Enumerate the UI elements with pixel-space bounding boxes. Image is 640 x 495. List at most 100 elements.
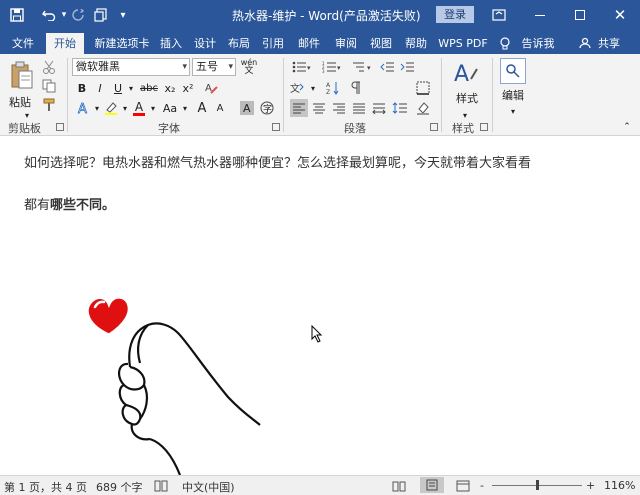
- chinese-layout-dropdown-icon[interactable]: ▾: [308, 79, 318, 97]
- numbering-icon[interactable]: 1 2 3 ▾: [318, 58, 346, 76]
- tab-file[interactable]: 文件: [6, 33, 40, 54]
- change-case-dropdown-icon[interactable]: ▾: [180, 99, 190, 117]
- zoom-slider-thumb[interactable]: [536, 480, 539, 490]
- grow-font-button[interactable]: A: [194, 99, 210, 117]
- zoom-level[interactable]: 116%: [604, 479, 635, 492]
- align-center-icon[interactable]: [310, 99, 328, 117]
- tab-references[interactable]: 引用: [258, 33, 288, 54]
- align-right-icon[interactable]: [330, 99, 348, 117]
- align-left-icon[interactable]: [290, 99, 308, 117]
- page-count[interactable]: 第 1 页，共 4 页: [4, 479, 87, 495]
- restore-button[interactable]: [560, 0, 600, 30]
- increase-indent-icon[interactable]: [398, 58, 416, 76]
- redo-icon[interactable]: [69, 6, 87, 24]
- tab-layout[interactable]: 布局: [224, 33, 254, 54]
- tab-home[interactable]: 开始: [46, 33, 84, 54]
- share-icon[interactable]: [578, 33, 592, 54]
- borders-icon[interactable]: [414, 79, 432, 97]
- shading-icon[interactable]: [414, 99, 432, 117]
- clipboard-icon: [11, 61, 33, 89]
- editing-button[interactable]: 编辑: [502, 87, 524, 103]
- paragraph-2-prefix: 都有: [24, 198, 51, 213]
- tab-new-tab[interactable]: 新建选项卡: [88, 33, 156, 54]
- clipboard-launcher-icon[interactable]: [56, 123, 64, 131]
- font-launcher-icon[interactable]: [272, 123, 280, 131]
- chinese-layout-icon[interactable]: 文: [288, 79, 306, 97]
- multilevel-list-icon[interactable]: ▾: [348, 58, 376, 76]
- subscript-button[interactable]: x₂: [162, 79, 178, 97]
- collapse-ribbon-icon[interactable]: ⌃: [620, 118, 634, 136]
- tab-review[interactable]: 审阅: [331, 33, 361, 54]
- show-marks-icon[interactable]: [346, 79, 364, 97]
- find-icon[interactable]: [500, 58, 526, 84]
- tab-design[interactable]: 设计: [190, 33, 220, 54]
- distributed-icon[interactable]: [370, 99, 388, 117]
- proofing-icon[interactable]: [154, 480, 168, 495]
- shrink-font-button[interactable]: A: [212, 99, 228, 117]
- document-area[interactable]: 如何选择呢？电热水器和燃气热水器哪种便宜？怎么选择最划算呢，今天就带着大家看看 …: [0, 137, 640, 475]
- lightbulb-icon[interactable]: [498, 33, 512, 54]
- print-layout-icon[interactable]: [420, 477, 444, 493]
- styles-launcher-icon[interactable]: [480, 123, 488, 131]
- word-count[interactable]: 689 个字: [96, 479, 143, 495]
- styles-icon[interactable]: A: [452, 58, 480, 88]
- ribbon-tabs: 文件 开始 新建选项卡 插入 设计 布局 引用 邮件 审阅 视图 帮助 WPS …: [0, 30, 640, 54]
- sort-icon[interactable]: AZ: [324, 79, 342, 97]
- underline-dropdown-icon[interactable]: ▾: [126, 79, 136, 97]
- save-icon[interactable]: [8, 6, 26, 24]
- zoom-in-button[interactable]: +: [586, 479, 595, 492]
- paragraph-1[interactable]: 如何选择呢？电热水器和燃气热水器哪种便宜？怎么选择最划算呢，今天就带着大家看看: [24, 152, 531, 171]
- tab-insert[interactable]: 插入: [156, 33, 186, 54]
- text-effects-icon[interactable]: A: [74, 99, 92, 117]
- italic-button[interactable]: I: [92, 79, 108, 97]
- touch-mode-icon[interactable]: [92, 6, 110, 24]
- phonetic-guide-button[interactable]: wén 文: [238, 58, 260, 76]
- read-mode-icon[interactable]: [392, 480, 406, 495]
- tab-mailings[interactable]: 邮件: [294, 33, 324, 54]
- language-indicator[interactable]: 中文(中国): [182, 479, 235, 495]
- web-layout-icon[interactable]: [456, 480, 470, 495]
- cut-icon[interactable]: [40, 58, 58, 76]
- format-painter-icon[interactable]: [40, 96, 58, 114]
- decrease-indent-icon[interactable]: [378, 58, 396, 76]
- font-color-dropdown-icon[interactable]: ▾: [148, 99, 158, 117]
- character-shading-icon[interactable]: A: [238, 99, 256, 117]
- svg-text:文: 文: [290, 82, 300, 95]
- styles-button[interactable]: 样式: [456, 90, 478, 106]
- paste-button[interactable]: [8, 58, 36, 92]
- close-button[interactable]: ✕: [600, 0, 640, 30]
- mouse-cursor-icon: [311, 325, 323, 343]
- bold-button[interactable]: B: [74, 79, 90, 97]
- bullets-icon[interactable]: ▾: [288, 58, 316, 76]
- svg-text:字: 字: [263, 103, 272, 115]
- change-case-button[interactable]: Aa: [160, 99, 180, 117]
- zoom-out-button[interactable]: -: [480, 479, 484, 492]
- highlight-dropdown-icon[interactable]: ▾: [120, 99, 130, 117]
- share-button[interactable]: 共享: [594, 33, 624, 54]
- enclose-character-icon[interactable]: 字: [258, 99, 276, 117]
- text-effects-dropdown-icon[interactable]: ▾: [92, 99, 102, 117]
- font-color-button[interactable]: A: [131, 99, 147, 117]
- highlight-icon[interactable]: [102, 99, 120, 117]
- paragraph-launcher-icon[interactable]: [430, 123, 438, 131]
- ribbon-display-icon[interactable]: [490, 6, 508, 24]
- line-spacing-icon[interactable]: [390, 99, 412, 117]
- tab-help[interactable]: 帮助: [401, 33, 431, 54]
- font-name-value: 微软雅黑: [76, 60, 120, 73]
- font-name-select[interactable]: 微软雅黑 ▾: [72, 58, 190, 76]
- clear-formatting-icon[interactable]: A: [202, 79, 220, 97]
- tell-me-search[interactable]: 告诉我: [518, 33, 558, 54]
- tab-wps-pdf[interactable]: WPS PDF: [438, 33, 488, 54]
- underline-button[interactable]: U: [110, 79, 126, 97]
- superscript-button[interactable]: x²: [180, 79, 196, 97]
- minimize-button[interactable]: [520, 0, 560, 30]
- editing-dropdown-icon[interactable]: ▾: [508, 102, 518, 120]
- copy-icon[interactable]: [40, 77, 58, 95]
- tab-view[interactable]: 视图: [366, 33, 396, 54]
- paragraph-2[interactable]: 都有哪些不同。: [24, 194, 115, 213]
- justify-icon[interactable]: [350, 99, 368, 117]
- customize-icon[interactable]: ▾: [114, 6, 132, 24]
- login-button[interactable]: 登录: [436, 6, 474, 23]
- font-size-select[interactable]: 五号 ▾: [192, 58, 236, 76]
- strikethrough-button[interactable]: abc: [138, 79, 160, 97]
